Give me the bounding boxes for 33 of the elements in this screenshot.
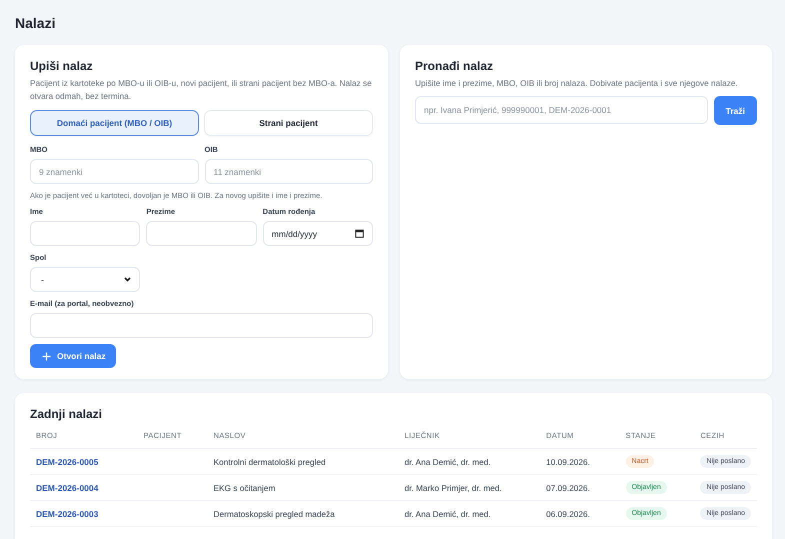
search-button[interactable]: Traži: [714, 96, 757, 125]
card-title: Pronađi nalaz: [415, 59, 494, 73]
patient-type-tab[interactable]: Strani pacijent: [204, 110, 373, 136]
input-field[interactable]: [30, 221, 140, 246]
calendar-icon[interactable]: [355, 229, 364, 238]
table-cell: 10.09.2026.: [540, 448, 620, 474]
patient-type-tab[interactable]: Domaći pacijent (MBO / OIB): [30, 110, 199, 136]
chevron-down-icon: [124, 277, 131, 282]
table-cell: dr. Marko Primjer, dr. med.: [398, 474, 540, 500]
table-cell: dr. Ana Demić, dr. med.: [398, 500, 540, 526]
open-finding-button[interactable]: Otvori nalaz: [30, 344, 116, 368]
table-cell: dr. Ana Demić, dr. med.: [398, 448, 540, 474]
input-field[interactable]: [146, 221, 257, 246]
table-cell: 07.09.2026.: [540, 474, 620, 500]
table-cell: Kontrolni dermatološki pregled: [207, 448, 398, 474]
table-cell: Dermatoskopski pregled madeža: [207, 500, 398, 526]
card-title: Upiši nalaz: [30, 59, 93, 73]
search-field[interactable]: npr. Ivana Primjerić, 999990001, DEM-2026-0001: [415, 96, 708, 124]
card-description: Pacijent iz kartoteke po MBO-u ili OIB-u, novi pacijent, ili strani pacijent bez MBO-a. Nalaz se otvara odmah, bez termina.: [30, 77, 373, 103]
input-field[interactable]: 11 znamenki: [204, 159, 373, 184]
input-field[interactable]: 9 znamenki: [30, 159, 198, 184]
card-title: Zadnji nalazi: [30, 407, 102, 421]
card-description: Upišite ime i prezime, MBO, OIB ili broj nalaza. Dobivate pacijenta i sve njegove nalaze.: [415, 77, 739, 90]
table-cell: EKG s očitanjem: [207, 474, 398, 500]
finding-number-link[interactable]: DEM-2026-0003: [36, 508, 98, 518]
finding-number-link[interactable]: DEM-2026-0005: [36, 456, 98, 466]
plus-icon: [42, 352, 51, 360]
date-field[interactable]: mm/dd/yyyy: [262, 221, 373, 246]
input-field[interactable]: [30, 313, 373, 338]
finding-number-link[interactable]: DEM-2026-0004: [36, 482, 98, 492]
page-title: Nalazi: [15, 15, 56, 31]
table-cell: 06.09.2026.: [540, 500, 620, 526]
gender-select[interactable]: -: [30, 267, 140, 292]
